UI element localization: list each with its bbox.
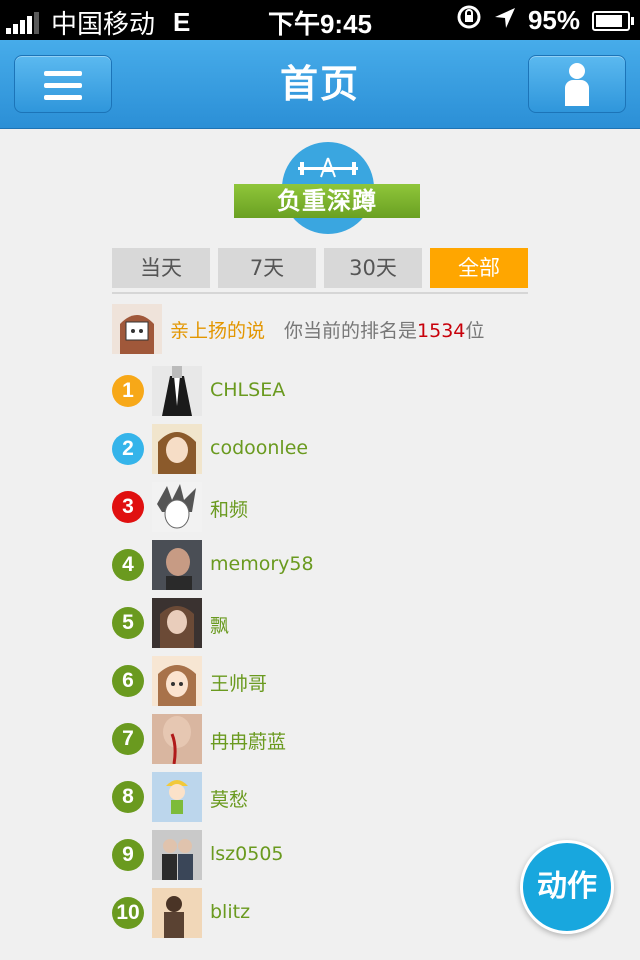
list-item[interactable]: 2 codoonlee [112,424,532,474]
location-icon [494,5,516,36]
avatar[interactable] [152,772,202,822]
list-item[interactable]: 9 lsz0505 [112,830,532,880]
my-rank-number: 1534 [417,320,466,342]
list-item[interactable]: 5 飘 [112,598,532,648]
rank-badge: 3 [112,491,144,523]
avatar[interactable] [152,482,202,532]
rank-badge: 10 [112,897,144,929]
user-name[interactable]: CHLSEA [210,379,285,401]
rank-badge: 1 [112,375,144,407]
battery-icon [592,10,634,31]
user-name[interactable]: 和频 [210,495,248,522]
list-item[interactable]: 3 和频 [112,482,532,532]
list-item[interactable]: 1 CHLSEA [112,366,532,416]
list-item[interactable]: 10 blitz [112,888,532,938]
rotation-lock-icon [456,4,482,37]
user-name[interactable]: memory58 [210,553,314,575]
rank-badge: 8 [112,781,144,813]
my-rank-text: 你当前的排名是1534位 [284,316,484,343]
user-name[interactable]: codoonlee [210,437,308,459]
list-item[interactable]: 6 王帅哥 [112,656,532,706]
avatar[interactable] [152,656,202,706]
user-name[interactable]: 冉冉蔚蓝 [210,727,286,754]
rank-badge: 5 [112,607,144,639]
avatar[interactable] [152,598,202,648]
rank-badge: 6 [112,665,144,697]
action-button[interactable]: 动作 [520,840,614,934]
my-name[interactable]: 亲上扬的说 [170,316,265,343]
rank-badge: 7 [112,723,144,755]
avatar[interactable] [152,424,202,474]
tab-30-days[interactable]: 30天 [324,248,422,288]
user-button[interactable] [528,55,626,113]
tab-7-days[interactable]: 7天 [218,248,316,288]
tab-all[interactable]: 全部 [430,248,528,288]
rank-badge: 4 [112,549,144,581]
user-name[interactable]: blitz [210,901,250,923]
avatar[interactable] [152,540,202,590]
avatar[interactable] [152,366,202,416]
rank-badge: 9 [112,839,144,871]
list-item[interactable]: 4 memory58 [112,540,532,590]
avatar[interactable] [152,714,202,764]
user-name[interactable]: lsz0505 [210,843,284,865]
my-rank-prefix: 你当前的排名是 [284,320,418,342]
status-right: 95% [456,4,634,37]
list-item[interactable]: 7 冉冉蔚蓝 [112,714,532,764]
dumbbell-icon [298,157,358,178]
user-icon [565,63,589,106]
tabs-divider [112,292,528,294]
user-name[interactable]: 莫愁 [210,785,248,812]
battery-percent: 95% [527,5,580,35]
user-name[interactable]: 飘 [210,611,229,638]
status-bar: 中国移动 E 下午9:45 95% [0,0,640,40]
my-rank-row: 亲上扬的说 你当前的排名是1534位 [112,304,532,354]
nav-bar: 首页 [0,40,640,129]
exercise-logo: 负重深蹲 [232,142,422,238]
avatar[interactable] [152,888,202,938]
my-avatar[interactable] [112,304,162,354]
user-name[interactable]: 王帅哥 [210,669,267,696]
avatar[interactable] [152,830,202,880]
tab-today[interactable]: 当天 [112,248,210,288]
rank-badge: 2 [112,433,144,465]
logo-title: 负重深蹲 [234,184,420,218]
list-item[interactable]: 8 莫愁 [112,772,532,822]
period-tabs: 当天 7天 30天 全部 [112,248,528,288]
my-rank-suffix: 位 [465,320,485,342]
